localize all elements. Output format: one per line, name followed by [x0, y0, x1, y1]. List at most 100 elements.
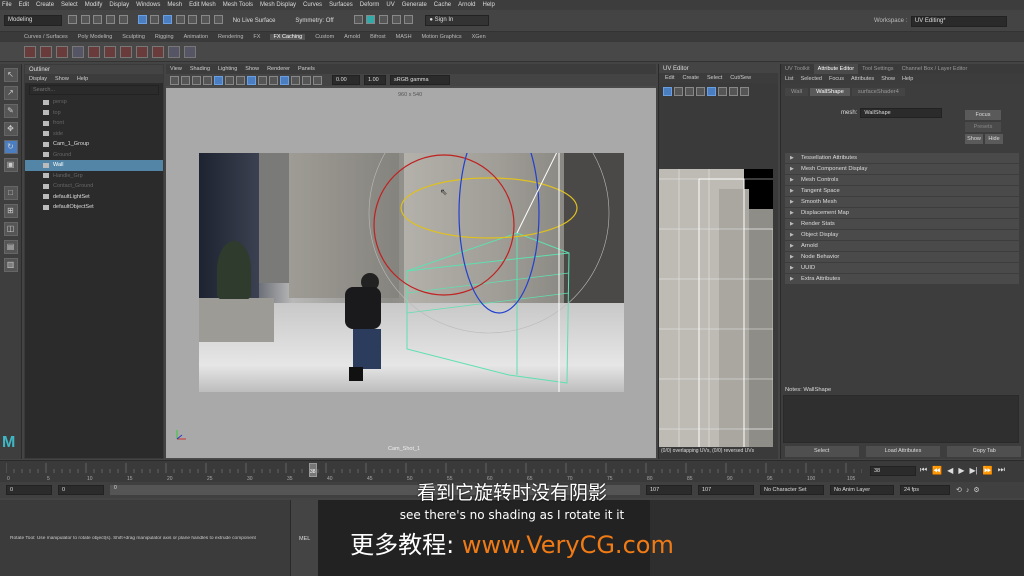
undo-icon[interactable]	[106, 15, 116, 24]
show-button[interactable]: Show	[965, 134, 983, 144]
uv-menu-cut-sew[interactable]: Cut/Sew	[730, 75, 751, 81]
select-by-hierarchy-icon[interactable]	[137, 15, 147, 24]
workspace-value[interactable]: UV Editing*	[910, 16, 1007, 27]
attr-section-displacement-map[interactable]: Displacement Map	[785, 208, 1019, 218]
shelf-tab-fx-caching[interactable]: FX Caching	[270, 34, 306, 40]
attr-menu-help[interactable]: Help	[902, 76, 913, 82]
shelf-cache-icon-11[interactable]	[184, 45, 196, 58]
workspace-selector[interactable]: Workspace : UV Editing*	[874, 16, 1014, 27]
outliner-item[interactable]: defaultObjectSet	[25, 202, 163, 213]
go-to-end-icon[interactable]: ⏭	[998, 465, 1005, 475]
menu-modify[interactable]: Modify	[85, 2, 103, 8]
open-scene-icon[interactable]	[80, 15, 90, 24]
render-setup-icon[interactable]	[404, 15, 414, 24]
attr-section-mesh-component-display[interactable]: Mesh Component Display	[785, 164, 1019, 174]
attr-menu-list[interactable]: List	[785, 76, 794, 82]
outliner-item[interactable]: Contact_Ground	[25, 181, 163, 192]
menu-mesh-display[interactable]: Mesh Display	[260, 2, 296, 8]
uv-toggle-icon[interactable]	[663, 86, 672, 96]
viewport-menu-lighting[interactable]: Lighting	[218, 66, 237, 72]
menu-deform[interactable]: Deform	[360, 2, 380, 8]
four-pane-icon[interactable]: ⊞	[3, 204, 18, 218]
grid-toggle-icon[interactable]	[203, 75, 212, 85]
image-plane-icon[interactable]	[192, 75, 201, 85]
attr-section-tangent-space[interactable]: Tangent Space	[785, 186, 1019, 196]
attr-tab-channel-box-layer-editor[interactable]: Channel Box / Layer Editor	[898, 64, 972, 74]
load-attributes-button[interactable]: Load Attributes	[865, 445, 940, 457]
attr-section-render-stats[interactable]: Render Stats	[785, 219, 1019, 229]
film-gate-icon[interactable]	[214, 75, 223, 85]
attr-section-smooth-mesh[interactable]: Smooth Mesh	[785, 197, 1019, 207]
uv-stats-icon[interactable]	[685, 86, 694, 96]
shelf-tab-rigging[interactable]: Rigging	[155, 34, 174, 40]
snap-point-icon[interactable]	[201, 15, 211, 24]
shelf-cache-icon-10[interactable]	[168, 45, 180, 58]
outliner-item[interactable]: Cam_1_Group	[25, 139, 163, 150]
snap-surface-icon[interactable]	[213, 15, 223, 24]
attr-section-tessellation-attributes[interactable]: Tessellation Attributes	[785, 153, 1019, 163]
outliner-menu-show[interactable]: Show	[55, 76, 69, 82]
hypershade-icon[interactable]	[391, 15, 401, 24]
render-icon[interactable]	[353, 15, 363, 24]
menu-uv[interactable]: UV	[386, 2, 394, 8]
menu-edit-mesh[interactable]: Edit Mesh	[189, 2, 216, 8]
shelf-tab-rendering[interactable]: Rendering	[218, 34, 243, 40]
render-settings-icon[interactable]	[379, 15, 388, 24]
attr-menu-show[interactable]: Show	[881, 76, 895, 82]
shadows-icon[interactable]	[291, 75, 300, 85]
attr-section-node-behavior[interactable]: Node Behavior	[785, 252, 1019, 262]
menu-surfaces[interactable]: Surfaces	[329, 2, 353, 8]
outliner-item[interactable]: defaultLightSet	[25, 192, 163, 203]
step-forward-key-icon[interactable]: ⏩	[983, 466, 993, 475]
node-tab-surfaceshader4[interactable]: surfaceShader4	[851, 88, 905, 96]
uv-menu-select[interactable]: Select	[707, 75, 722, 81]
isolate-icon[interactable]	[313, 75, 322, 85]
textured-icon[interactable]	[269, 75, 278, 85]
uv-menu-edit[interactable]: Edit	[665, 75, 674, 81]
exposure-field[interactable]: 0.00	[332, 75, 360, 85]
single-pane-icon[interactable]: □	[3, 186, 18, 200]
outliner-menu-help[interactable]: Help	[77, 76, 88, 82]
shelf-cache-icon-8[interactable]	[136, 45, 148, 58]
resolution-gate-icon[interactable]	[225, 75, 234, 85]
outliner-layout-icon[interactable]: ▤	[3, 240, 18, 254]
select-by-component-icon[interactable]	[163, 15, 173, 24]
attr-section-uuid[interactable]: UUID	[785, 263, 1019, 273]
outliner-item[interactable]: side	[25, 129, 163, 140]
shelf-tab-curves-surfaces[interactable]: Curves / Surfaces	[24, 34, 68, 40]
shelf-cache-icon-7[interactable]	[120, 45, 132, 58]
shelf-tab-poly-modeling[interactable]: Poly Modeling	[78, 34, 113, 40]
shelf-tab-custom[interactable]: Custom	[315, 34, 334, 40]
uv-menu-create[interactable]: Create	[682, 75, 699, 81]
shelf-tab-bifrost[interactable]: Bifrost	[370, 34, 386, 40]
menu-arnold[interactable]: Arnold	[458, 2, 475, 8]
outliner-item[interactable]: Ground	[25, 150, 163, 161]
menu-help[interactable]: Help	[482, 2, 494, 8]
presets-button[interactable]: Presets	[965, 122, 1001, 132]
outliner-menu-display[interactable]: Display	[29, 76, 47, 82]
viewport-menu-view[interactable]: View	[170, 66, 182, 72]
two-pane-vertical-icon[interactable]: ▥	[3, 258, 18, 272]
scale-tool-icon[interactable]: ▣	[3, 158, 18, 172]
two-pane-icon[interactable]: ◫	[3, 222, 18, 236]
camera-attr-icon[interactable]	[170, 75, 179, 85]
lights-icon[interactable]	[280, 75, 289, 85]
uv-chart-icon[interactable]	[674, 86, 683, 96]
hide-button[interactable]: Hide	[985, 134, 1003, 144]
shelf-cache-icon-6[interactable]	[104, 45, 116, 58]
attr-tab-attribute-editor[interactable]: Attribute Editor	[813, 64, 859, 74]
uv-shade-icon[interactable]	[718, 86, 727, 96]
shelf-tab-xgen[interactable]: XGen	[472, 34, 486, 40]
viewport-menu-show[interactable]: Show	[245, 66, 259, 72]
attr-menu-selected[interactable]: Selected	[801, 76, 822, 82]
bookmark-icon[interactable]	[181, 75, 190, 85]
menu-windows[interactable]: Windows	[136, 2, 160, 8]
menu-generate[interactable]: Generate	[402, 2, 427, 8]
viewport-menu-renderer[interactable]: Renderer	[267, 66, 290, 72]
notes-textarea[interactable]	[783, 395, 1019, 443]
shelf-cache-icon-9[interactable]	[152, 45, 164, 58]
mode-selector[interactable]: Modeling	[4, 15, 62, 26]
outliner-item[interactable]: front	[25, 118, 163, 129]
color-space-selector[interactable]: sRGB gamma	[390, 75, 450, 85]
new-scene-icon[interactable]	[68, 15, 77, 24]
